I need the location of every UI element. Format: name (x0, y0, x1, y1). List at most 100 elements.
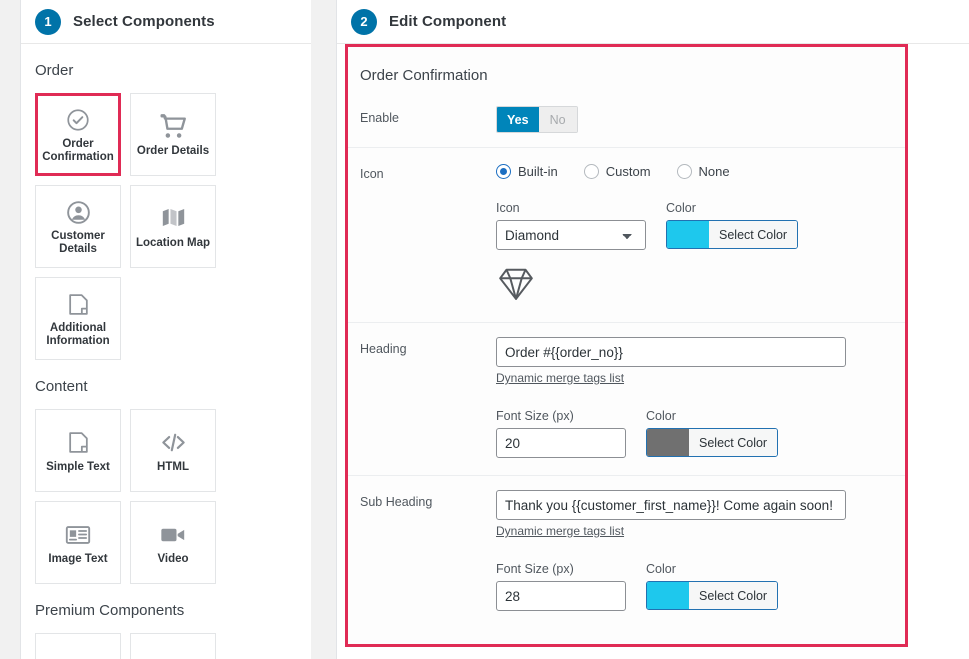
sub-heading-input[interactable] (496, 490, 846, 520)
icon-type-radio-label: Built-in (518, 164, 558, 179)
order-confirmation-editor: Order Confirmation Enable Yes No Icon Bu… (345, 44, 908, 647)
icon-color-label: Color (666, 201, 696, 215)
component-tile-html[interactable]: HTML (130, 409, 216, 492)
icon-color-picker[interactable]: Select Color (666, 220, 799, 249)
icon-type-radio-label: Custom (605, 164, 651, 179)
radio-dot-icon (496, 164, 511, 179)
radio-dot-icon (583, 164, 599, 179)
heading-font-size-input[interactable] (496, 428, 626, 458)
user-circle-icon (65, 197, 92, 227)
heading-color-group: Color Select Color (646, 409, 779, 461)
heading-color-label: Color (646, 409, 676, 423)
component-tile-order-confirmation[interactable]: Order Confirmation (35, 93, 121, 176)
sub-heading-control: Dynamic merge tags list Font Size (px) C… (496, 490, 905, 614)
sub-heading-font-size-input[interactable] (496, 581, 626, 611)
component-tile-image-text[interactable]: Image Text (35, 501, 121, 584)
sub-heading-label: Sub Heading (360, 495, 433, 509)
icon-control: Built-in Custom None Icon Diamond Color … (496, 162, 905, 308)
component-tile-label: Video (157, 552, 189, 565)
edit-component-header: 2 Edit Component (337, 0, 969, 44)
left-panel-scrollbar-track[interactable] (311, 0, 629, 659)
radio-dot-icon (676, 164, 692, 179)
enable-label: Enable (360, 111, 399, 125)
icon-subfields: Icon Diamond Color Select Color (496, 201, 905, 253)
select-components-header: 1 Select Components (21, 0, 311, 44)
select-components-panel: 1 Select Components Order Order Confirma… (20, 0, 311, 659)
icon-type-radio-none[interactable]: None (676, 164, 730, 179)
sub-heading-color-group: Color Select Color (646, 562, 779, 614)
tile-grid-content: Simple Text HTML Image Text Video (35, 409, 297, 584)
component-tile-video[interactable]: Video (130, 501, 216, 584)
heading-merge-tags-link[interactable]: Dynamic merge tags list (496, 371, 624, 385)
component-tile-customer-details[interactable]: Customer Details (35, 185, 121, 268)
note-icon (66, 428, 91, 458)
shopping-cart-icon (160, 112, 187, 142)
field-row-heading: Heading Dynamic merge tags list Font Siz… (348, 322, 905, 475)
icon-label: Icon (360, 167, 384, 181)
icon-type-radio-label: None (698, 164, 730, 179)
heading-color-swatch (647, 429, 689, 456)
component-tile-label: Additional Information (46, 322, 110, 347)
icon-type-radio-built-in[interactable]: Built-in (496, 164, 558, 179)
app-screen: 1 Select Components Order Order Confirma… (0, 0, 969, 659)
note-icon (66, 289, 91, 319)
edit-component-title: Edit Component (389, 13, 507, 30)
field-row-icon: Icon Built-in Custom None Icon Diamond C… (348, 147, 905, 322)
enable-toggle-no[interactable]: No (538, 107, 577, 132)
component-name-heading: Order Confirmation (360, 67, 488, 84)
sub-heading-font-size-group: Font Size (px) (496, 562, 626, 614)
sub-heading-select-color-label[interactable]: Select Color (689, 582, 778, 609)
icon-select-group: Icon Diamond (496, 201, 646, 253)
diamond-icon (496, 265, 905, 308)
icon-select-color-label[interactable]: Select Color (709, 221, 798, 248)
component-tile-label: Customer Details (51, 230, 105, 255)
heading-input[interactable] (496, 337, 846, 367)
select-components-title: Select Components (73, 13, 215, 30)
component-tile-premium-2[interactable] (130, 633, 216, 659)
heading-label: Heading (360, 342, 407, 356)
component-tile-label: Order Details (136, 144, 210, 157)
icon-color-swatch (667, 221, 709, 248)
video-camera-icon (159, 520, 187, 550)
heading-font-size-label: Font Size (px) (496, 409, 574, 423)
icon-select[interactable]: Diamond (496, 220, 646, 250)
component-tile-label: Order Confirmation (42, 138, 114, 163)
icon-color-group: Color Select Color (666, 201, 799, 253)
sub-heading-color-picker[interactable]: Select Color (646, 581, 779, 610)
component-tile-label: Image Text (48, 552, 108, 565)
sub-heading-font-size-label: Font Size (px) (496, 562, 574, 576)
check-circle-icon (65, 105, 91, 135)
component-tile-additional-information[interactable]: Additional Information (35, 277, 121, 360)
code-icon (159, 428, 188, 458)
map-icon (160, 204, 187, 234)
sub-heading-color-swatch (647, 582, 689, 609)
component-tile-label: Simple Text (46, 460, 110, 473)
component-tile-label: Location Map (135, 236, 211, 249)
step-1-badge: 1 (35, 8, 61, 35)
step-2-badge: 2 (351, 8, 377, 35)
enable-control: Yes No (496, 106, 905, 133)
component-tile-location-map[interactable]: Location Map (130, 185, 216, 268)
sub-heading-color-label: Color (646, 562, 676, 576)
tile-grid-order: Order Confirmation Order Details Custome… (35, 93, 297, 360)
heading-control: Dynamic merge tags list Font Size (px) C… (496, 337, 905, 461)
heading-select-color-label[interactable]: Select Color (689, 429, 778, 456)
icon-type-radio-custom[interactable]: Custom (583, 164, 651, 179)
component-tile-premium-1[interactable] (35, 633, 121, 659)
tile-grid-premium (35, 633, 297, 659)
heading-color-picker[interactable]: Select Color (646, 428, 779, 457)
enable-toggle[interactable]: Yes No (496, 106, 578, 133)
enable-toggle-yes[interactable]: Yes (497, 107, 539, 132)
group-title-content: Content (35, 378, 88, 395)
icon-type-radio-group: Built-in Custom None (496, 164, 905, 179)
group-title-order: Order (35, 62, 74, 79)
component-tile-order-details[interactable]: Order Details (130, 93, 216, 176)
field-row-sub-heading: Sub Heading Dynamic merge tags list Font… (348, 475, 905, 628)
sub-heading-merge-tags-link[interactable]: Dynamic merge tags list (496, 524, 624, 538)
component-tile-simple-text[interactable]: Simple Text (35, 409, 121, 492)
heading-font-size-group: Font Size (px) (496, 409, 626, 461)
field-row-enable: Enable Yes No (348, 102, 905, 147)
group-title-premium-components: Premium Components (35, 602, 185, 619)
image-text-icon (64, 520, 92, 550)
component-tile-label: HTML (157, 460, 189, 473)
